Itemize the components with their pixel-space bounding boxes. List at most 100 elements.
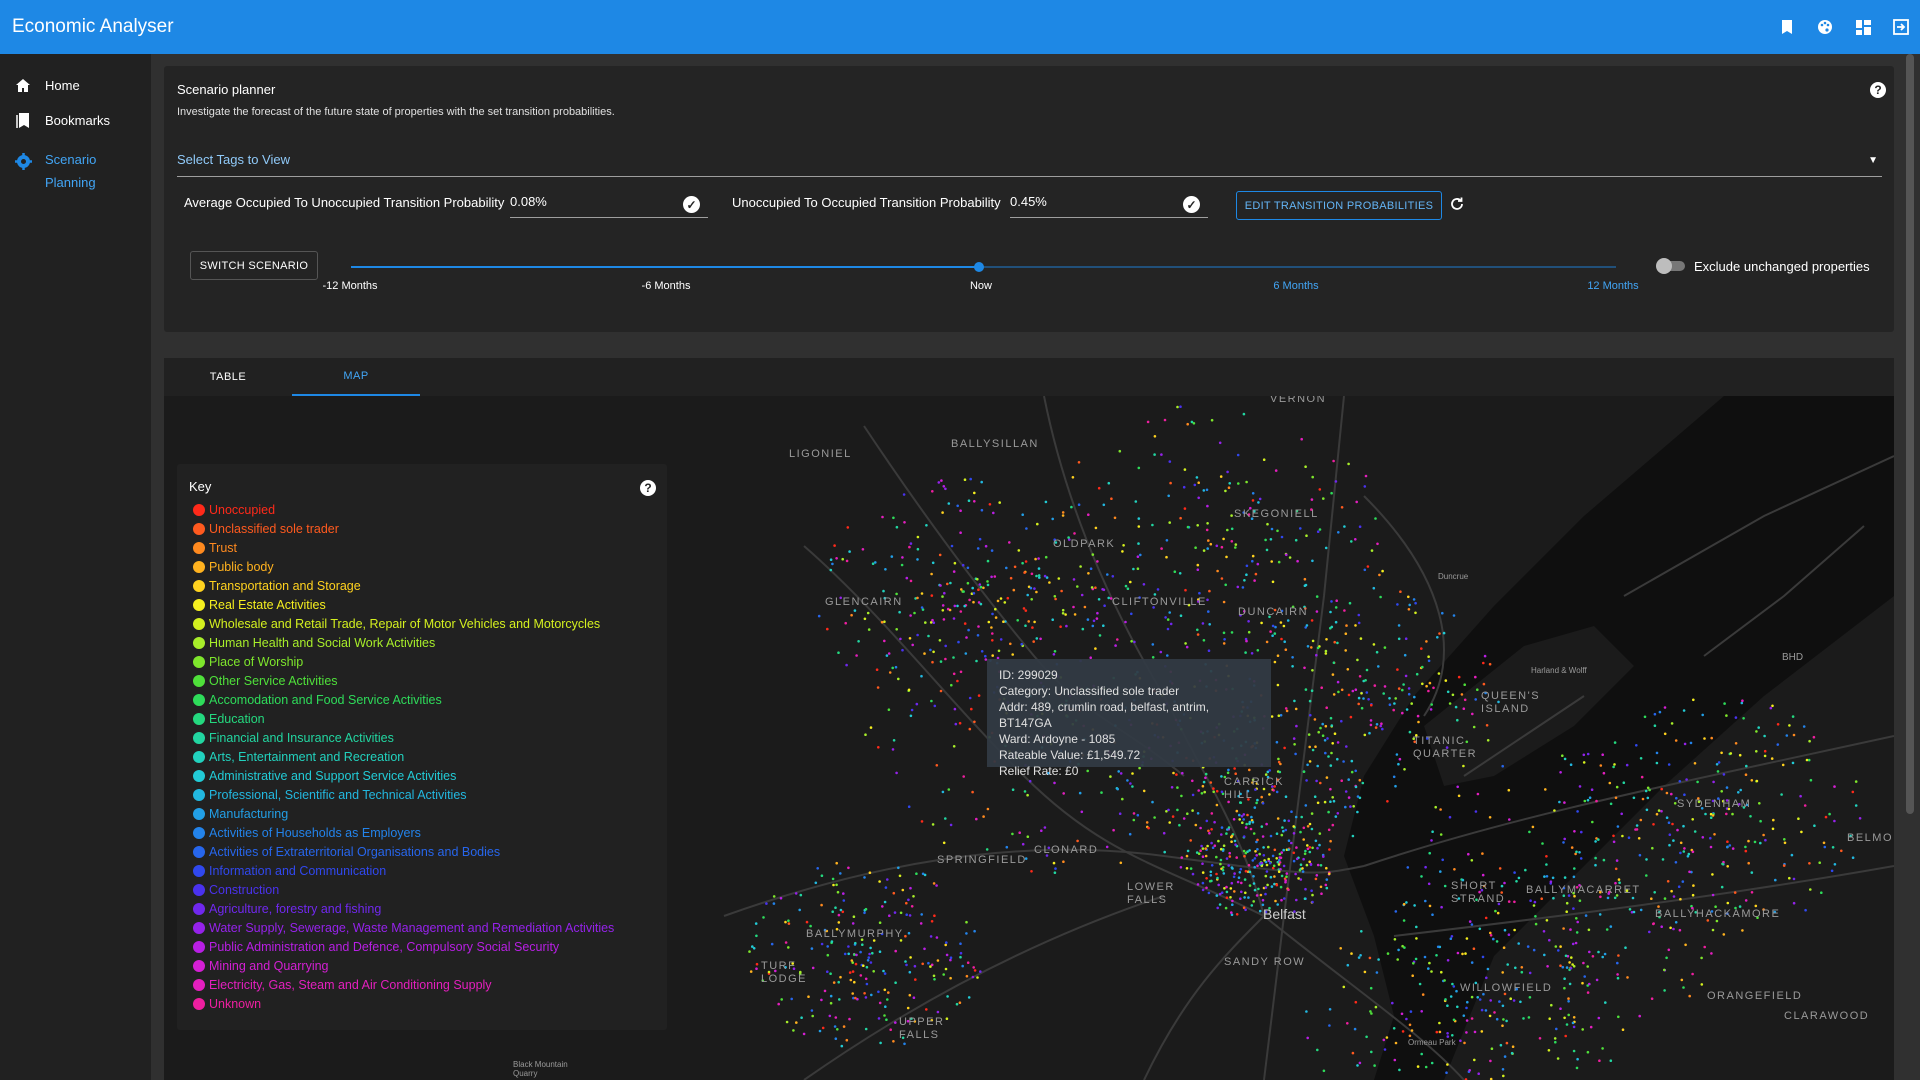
property-point[interactable] [1201, 862, 1204, 865]
property-point[interactable] [842, 892, 845, 895]
property-point[interactable] [867, 956, 871, 959]
property-point[interactable] [1061, 514, 1065, 517]
property-point[interactable] [1755, 750, 1758, 753]
property-point[interactable] [1354, 688, 1358, 691]
logout-icon[interactable] [1882, 0, 1920, 54]
property-point[interactable] [1276, 683, 1280, 687]
property-point[interactable] [1563, 837, 1566, 841]
property-point[interactable] [1205, 819, 1209, 823]
property-point[interactable] [818, 1029, 822, 1033]
property-point[interactable] [1280, 874, 1284, 878]
property-point[interactable] [1378, 573, 1381, 577]
sidebar-item-scenario-planning[interactable]: Scenario Planning [0, 134, 151, 192]
property-point[interactable] [972, 966, 975, 969]
property-point[interactable] [1462, 707, 1466, 710]
property-point[interactable] [1665, 816, 1669, 819]
property-point[interactable] [882, 969, 885, 973]
property-point[interactable] [1124, 584, 1128, 588]
property-point[interactable] [1446, 690, 1450, 694]
property-point[interactable] [1363, 733, 1367, 737]
property-point[interactable] [854, 941, 857, 945]
property-point[interactable] [1248, 822, 1251, 825]
property-point[interactable] [1302, 857, 1305, 861]
property-point[interactable] [1589, 1025, 1593, 1029]
sidebar-item-home[interactable]: Home [0, 64, 151, 99]
property-point[interactable] [979, 970, 982, 973]
property-point[interactable] [1584, 914, 1588, 917]
property-point[interactable] [1080, 593, 1084, 597]
property-point[interactable] [1400, 1012, 1404, 1016]
property-point[interactable] [1726, 865, 1729, 868]
property-point[interactable] [1626, 976, 1629, 979]
property-point[interactable] [1256, 649, 1260, 652]
property-point[interactable] [1672, 839, 1675, 842]
property-point[interactable] [1060, 589, 1063, 593]
property-point[interactable] [1283, 640, 1286, 643]
property-point[interactable] [1797, 817, 1800, 820]
property-point[interactable] [1222, 537, 1225, 541]
property-point[interactable] [1729, 752, 1733, 755]
property-point[interactable] [1489, 931, 1492, 935]
property-point[interactable] [891, 748, 895, 751]
property-point[interactable] [1300, 437, 1303, 441]
property-point[interactable] [1176, 786, 1179, 789]
property-point[interactable] [1501, 1068, 1505, 1071]
property-point[interactable] [1306, 645, 1310, 648]
property-point[interactable] [1411, 974, 1414, 977]
property-point[interactable] [1030, 870, 1033, 873]
property-point[interactable] [1594, 856, 1597, 860]
property-point[interactable] [866, 611, 870, 615]
property-point[interactable] [1430, 970, 1433, 973]
property-point[interactable] [1184, 588, 1187, 592]
property-point[interactable] [1415, 937, 1418, 940]
property-point[interactable] [1316, 801, 1320, 805]
property-point[interactable] [1201, 881, 1205, 885]
property-point[interactable] [1472, 947, 1476, 950]
property-point[interactable] [1310, 619, 1314, 622]
property-point[interactable] [982, 586, 985, 590]
property-point[interactable] [1683, 742, 1687, 746]
property-point[interactable] [1254, 850, 1257, 853]
property-point[interactable] [1616, 973, 1619, 976]
property-point[interactable] [1408, 730, 1412, 734]
property-point[interactable] [836, 890, 840, 894]
property-point[interactable] [894, 949, 897, 953]
property-point[interactable] [948, 608, 952, 612]
property-point[interactable] [1533, 900, 1537, 904]
property-point[interactable] [936, 959, 940, 962]
property-point[interactable] [1208, 879, 1212, 883]
property-point[interactable] [1477, 1072, 1480, 1075]
property-point[interactable] [1800, 830, 1803, 834]
property-point[interactable] [880, 620, 884, 624]
property-point[interactable] [1599, 764, 1603, 767]
property-point[interactable] [1102, 503, 1106, 507]
property-point[interactable] [1722, 773, 1726, 776]
occ-to-unocc-field[interactable]: 0.08% ✓ [510, 190, 708, 218]
property-point[interactable] [859, 950, 862, 954]
property-point[interactable] [1079, 565, 1082, 568]
property-point[interactable] [1234, 843, 1237, 846]
property-point[interactable] [1310, 646, 1313, 649]
property-point[interactable] [1563, 876, 1567, 879]
property-point[interactable] [1261, 802, 1265, 805]
property-point[interactable] [1514, 966, 1517, 970]
property-point[interactable] [1412, 598, 1416, 601]
property-point[interactable] [1173, 570, 1177, 573]
property-point[interactable] [1625, 763, 1629, 767]
property-point[interactable] [1319, 781, 1322, 785]
property-point[interactable] [1692, 884, 1695, 887]
property-point[interactable] [1304, 688, 1308, 691]
property-point[interactable] [1334, 606, 1338, 609]
property-point[interactable] [1253, 579, 1256, 582]
property-point[interactable] [1605, 928, 1609, 931]
property-point[interactable] [1324, 724, 1328, 728]
property-point[interactable] [1185, 645, 1189, 649]
property-point[interactable] [1321, 722, 1324, 726]
property-point[interactable] [1556, 1057, 1560, 1060]
property-point[interactable] [897, 677, 900, 681]
property-point[interactable] [1017, 549, 1021, 552]
property-point[interactable] [924, 621, 927, 624]
property-point[interactable] [1439, 833, 1443, 836]
property-point[interactable] [1025, 527, 1028, 530]
property-point[interactable] [1274, 899, 1277, 903]
